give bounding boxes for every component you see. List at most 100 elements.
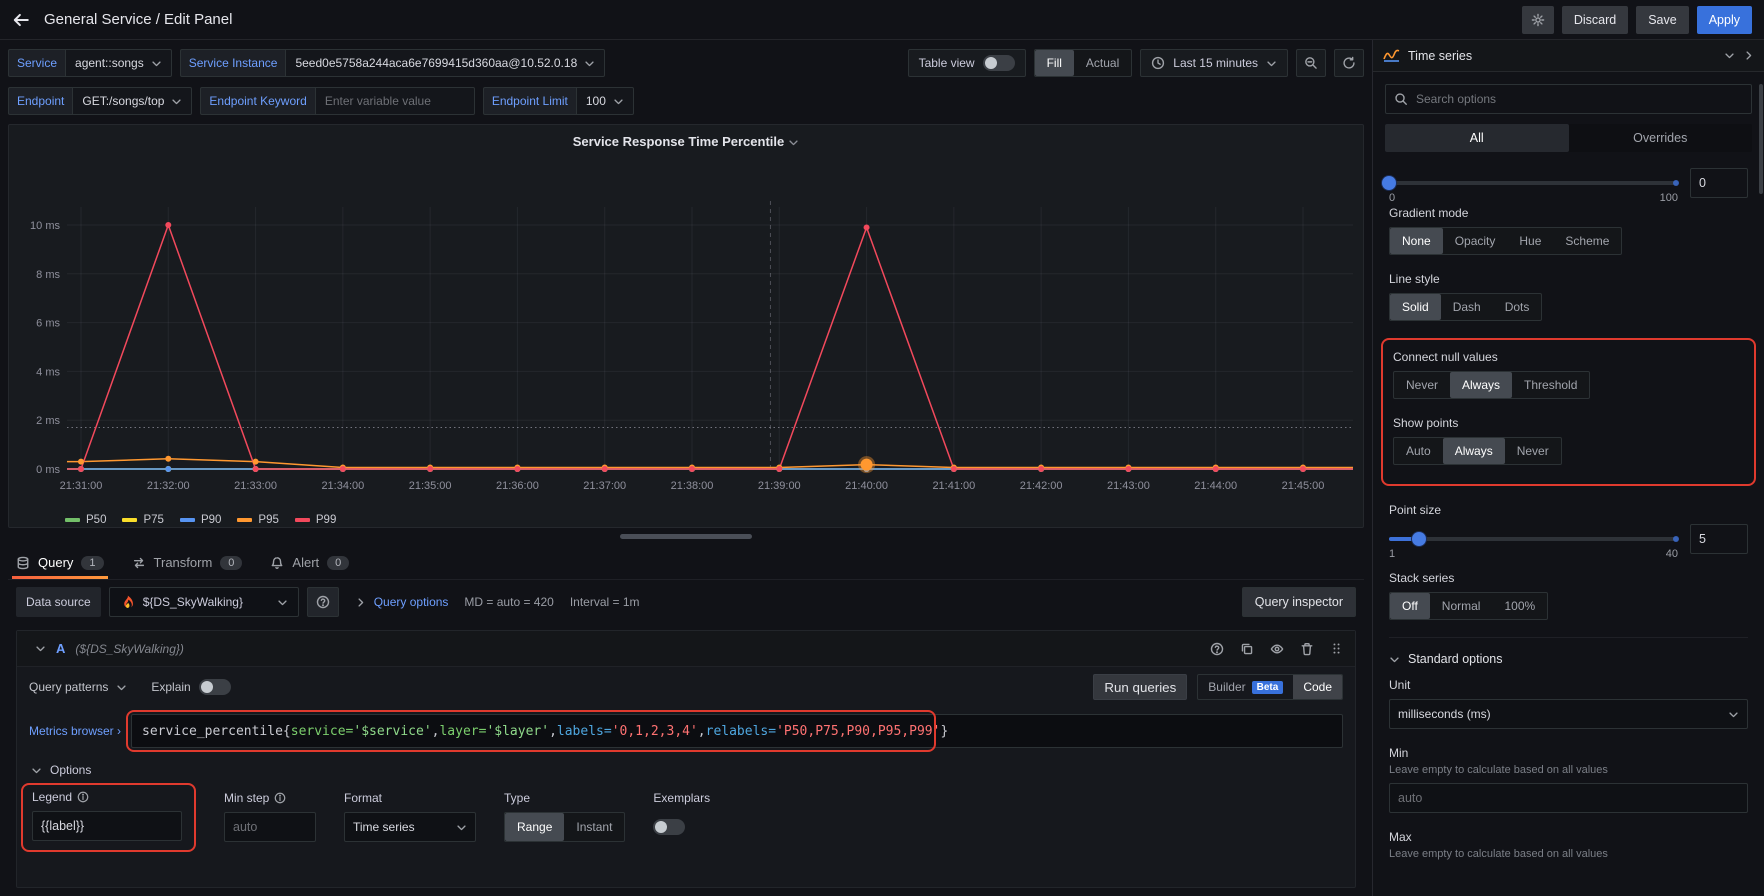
query-expression-input[interactable]: service_percentile{service='$service', l… (131, 714, 1343, 748)
endpoint-limit-dropdown[interactable]: 100 (576, 87, 634, 115)
panel-settings-button[interactable] (1522, 6, 1554, 34)
line-style-option-dots[interactable]: Dots (1493, 294, 1542, 320)
show-points-option-never[interactable]: Never (1505, 438, 1561, 464)
standard-options-collapse[interactable]: Standard options (1389, 637, 1748, 678)
endpoint-keyword-input[interactable] (315, 87, 475, 115)
options-tab-option-overrides[interactable]: Overrides (1569, 124, 1753, 152)
legend-item-p99[interactable]: P99 (295, 514, 336, 526)
format-select[interactable]: Time series (344, 812, 476, 842)
stack-series-option-100-[interactable]: 100% (1492, 593, 1547, 619)
tab-transform[interactable]: Transform 0 (132, 555, 243, 579)
query-patterns-dropdown[interactable]: Query patterns (29, 680, 127, 694)
variables-row-1: Service agent::songs Service Instance 5e… (8, 48, 1364, 78)
service-instance-dropdown[interactable]: 5eed0e5758a244aca6e7699415d360aa@10.52.0… (285, 49, 605, 77)
explain-toggle[interactable] (199, 679, 231, 695)
apply-button[interactable]: Apply (1697, 6, 1752, 34)
fill-actual-option-fill[interactable]: Fill (1035, 50, 1074, 76)
options-tab-option-all[interactable]: All (1385, 124, 1569, 152)
connect-null-option-threshold[interactable]: Threshold (1512, 372, 1589, 398)
line-style-option-dash[interactable]: Dash (1441, 294, 1493, 320)
slider-handle[interactable] (1382, 176, 1396, 190)
exemplars-toggle[interactable] (653, 819, 685, 835)
tab-alert[interactable]: Alert 0 (270, 555, 349, 579)
gradient-mode-section: Gradient mode NoneOpacityHueScheme (1389, 206, 1748, 255)
table-view-toggle[interactable] (983, 55, 1015, 71)
discard-button[interactable]: Discard (1562, 6, 1628, 34)
gradient-mode-option-scheme[interactable]: Scheme (1553, 228, 1621, 254)
editor-tabs: Query 1 Transform 0 Alert 0 (8, 544, 1364, 580)
metrics-browser-link[interactable]: Metrics browser › (29, 724, 121, 738)
line-style-option-solid[interactable]: Solid (1390, 294, 1441, 320)
min-input[interactable] (1389, 783, 1748, 813)
chart-plot[interactable]: 0 ms2 ms4 ms6 ms8 ms10 ms21:31:0021:32:0… (17, 155, 1357, 507)
help-circle-icon[interactable] (1210, 642, 1224, 656)
drag-grip-icon[interactable] (1330, 642, 1343, 655)
query-options-collapse[interactable]: Options (17, 755, 1355, 779)
service-instance-variable: Service Instance 5eed0e5758a244aca6e7699… (180, 49, 606, 77)
slider-handle[interactable] (1412, 532, 1426, 546)
x-axis-label: 21:36:00 (496, 480, 539, 492)
max-section: Max Leave empty to calculate based on al… (1389, 830, 1748, 860)
stack-series-option-normal[interactable]: Normal (1430, 593, 1493, 619)
point-size-value-input[interactable] (1690, 524, 1748, 554)
legend-item-p50[interactable]: P50 (65, 514, 106, 526)
gradient-mode-option-none[interactable]: None (1390, 228, 1443, 254)
sidebar-scrollbar[interactable] (1759, 84, 1763, 194)
gradient-mode-option-hue[interactable]: Hue (1507, 228, 1553, 254)
code-toggle[interactable]: Code (1293, 675, 1342, 699)
hide-query-eye-icon[interactable] (1270, 642, 1284, 656)
refresh-button[interactable] (1334, 49, 1364, 77)
query-options-link[interactable]: Query options (374, 595, 449, 609)
collapse-pane-chevron-right-icon[interactable] (1743, 50, 1754, 61)
query-editor-card: A (${DS_SkyWalking}) Query patterns (16, 630, 1356, 888)
legend-item-p95[interactable]: P95 (237, 514, 278, 526)
options-search-input[interactable] (1416, 92, 1743, 106)
connect-null-option-never[interactable]: Never (1394, 372, 1450, 398)
min-step-input[interactable] (224, 812, 316, 842)
show-points-option-auto[interactable]: Auto (1394, 438, 1443, 464)
zoom-out-button[interactable] (1296, 49, 1326, 77)
panel-title[interactable]: Service Response Time Percentile (17, 131, 1355, 155)
slider-max-label: 40 (1666, 548, 1678, 560)
resize-handle[interactable] (620, 534, 752, 539)
chevron-down-icon (35, 643, 46, 654)
unit-select[interactable]: milliseconds (ms) (1389, 699, 1748, 729)
builder-toggle[interactable]: BuilderBeta (1198, 675, 1293, 699)
stack-series-option-off[interactable]: Off (1390, 593, 1430, 619)
type-option-instant[interactable]: Instant (564, 813, 624, 841)
connect-null-option-always[interactable]: Always (1450, 372, 1512, 398)
fill-opacity-value-input[interactable] (1690, 168, 1748, 198)
show-points-option-always[interactable]: Always (1443, 438, 1505, 464)
save-button[interactable]: Save (1636, 6, 1689, 34)
back-button[interactable] (12, 11, 30, 29)
delete-query-trash-icon[interactable] (1300, 642, 1314, 656)
pane-splitter (8, 528, 1364, 544)
builder-code-switch: BuilderBeta Code (1197, 674, 1343, 700)
query-row-header[interactable]: A (${DS_SkyWalking}) (17, 631, 1355, 667)
legend-item-p90[interactable]: P90 (180, 514, 221, 526)
service-dropdown[interactable]: agent::songs (65, 49, 172, 77)
point-size-slider[interactable]: 1 40 (1389, 524, 1678, 554)
datasource-picker[interactable]: ${DS_SkyWalking} (109, 587, 299, 617)
interval-text: Interval = 1m (570, 595, 640, 609)
endpoint-dropdown[interactable]: GET:/songs/top (72, 87, 192, 115)
legend-input[interactable] (32, 811, 182, 841)
edit-pane: Service agent::songs Service Instance 5e… (0, 40, 1372, 896)
data-point-p99 (165, 222, 171, 228)
x-axis-label: 21:35:00 (409, 480, 452, 492)
run-queries-button[interactable]: Run queries (1093, 674, 1187, 700)
gradient-mode-option-opacity[interactable]: Opacity (1443, 228, 1508, 254)
query-datasource-hint: (${DS_SkyWalking}) (75, 642, 184, 656)
type-option-range[interactable]: Range (505, 813, 564, 841)
options-sidebar: Time series AllOverrides 0 100 (1372, 40, 1764, 896)
highlighted-point[interactable] (861, 459, 873, 471)
fill-actual-option-actual[interactable]: Actual (1074, 50, 1131, 76)
legend-item-p75[interactable]: P75 (122, 514, 163, 526)
duplicate-query-icon[interactable] (1240, 642, 1254, 656)
tab-query[interactable]: Query 1 (16, 555, 104, 579)
visualization-picker[interactable]: Time series (1373, 40, 1764, 72)
fill-opacity-slider[interactable]: 0 100 (1389, 168, 1678, 198)
datasource-help-button[interactable] (307, 587, 339, 617)
query-inspector-button[interactable]: Query inspector (1242, 587, 1356, 617)
time-range-picker[interactable]: Last 15 minutes (1140, 49, 1288, 77)
